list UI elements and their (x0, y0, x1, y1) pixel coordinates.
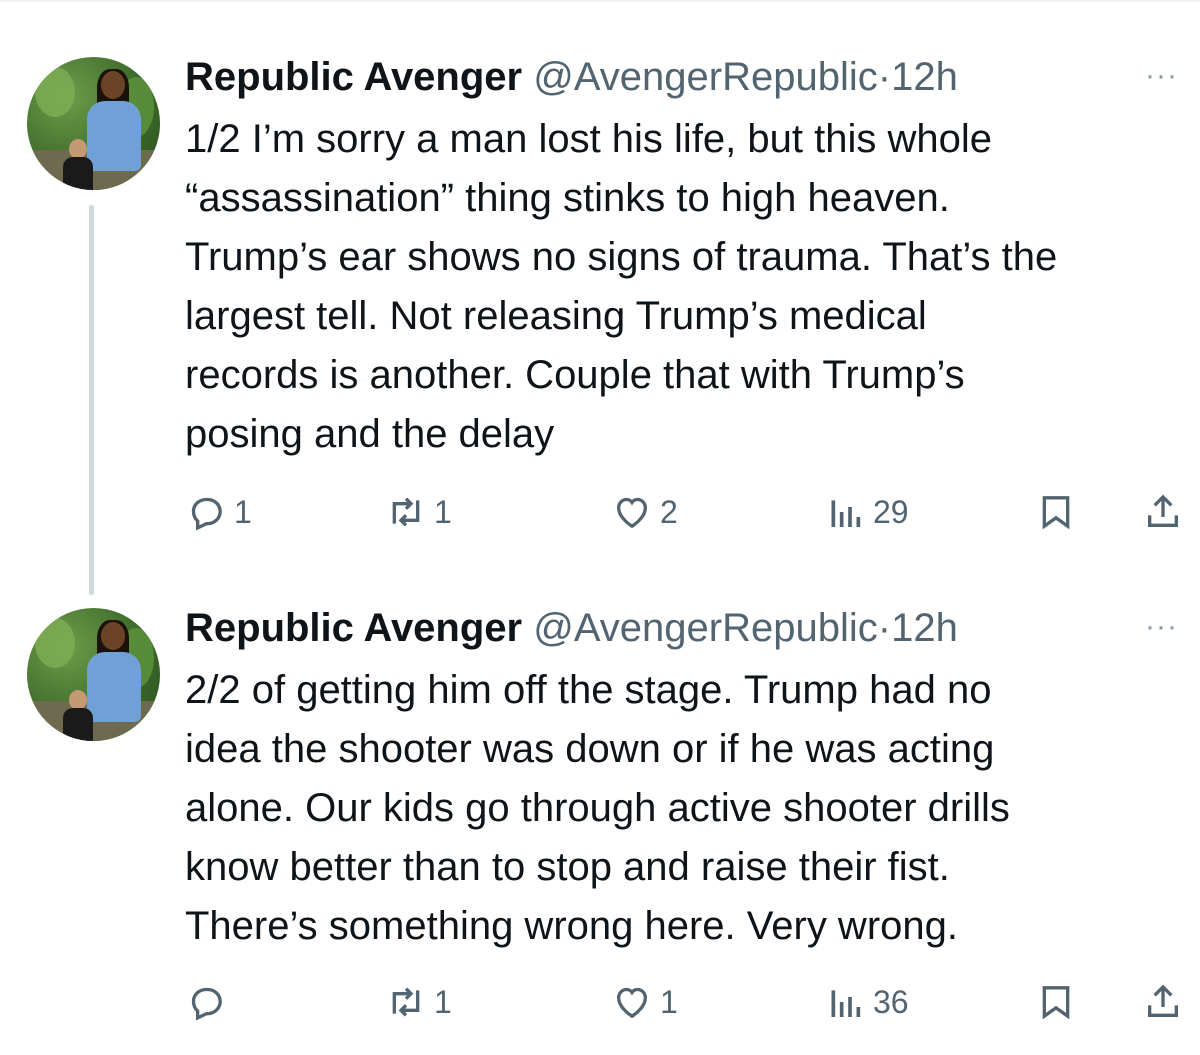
repost-icon (392, 987, 420, 1017)
share-button[interactable] (1143, 487, 1183, 537)
reply-button[interactable]: 1 (186, 487, 252, 537)
display-name[interactable]: Republic Avenger (185, 606, 522, 650)
more-icon[interactable]: ··· (1145, 612, 1191, 642)
bookmark-button[interactable] (1036, 487, 1076, 537)
like-button[interactable]: 1 (612, 977, 678, 1027)
share-button[interactable] (1143, 977, 1183, 1027)
like-count: 2 (660, 493, 678, 530)
views-button[interactable]: 36 (825, 977, 909, 1027)
analytics-icon (831, 500, 861, 527)
repost-button[interactable]: 1 (386, 487, 452, 537)
tweet-text: 1/2 I’m sorry a man lost his life, but t… (185, 117, 1058, 456)
tweet[interactable]: Republic Avenger @AvengerRepublic·12h ··… (0, 555, 1200, 1055)
reply-icon (191, 497, 222, 531)
like-button[interactable]: 2 (612, 487, 678, 537)
analytics-icon (831, 990, 861, 1017)
tweet-header: Republic Avenger @AvengerRepublic·12h (185, 603, 958, 653)
repost-icon (392, 497, 420, 527)
avatar[interactable] (27, 608, 160, 741)
user-handle[interactable]: @AvengerRepublic (533, 606, 878, 650)
share-icon (1148, 494, 1178, 527)
tweet-actions: 1 1 36 (0, 977, 1200, 1027)
timestamp[interactable]: 12h (891, 55, 958, 99)
like-count: 1 (660, 983, 678, 1020)
timestamp[interactable]: 12h (891, 606, 958, 650)
tweet-actions: 1 1 2 29 (0, 487, 1200, 537)
display-name[interactable]: Republic Avenger (185, 55, 522, 99)
more-icon[interactable]: ··· (1145, 61, 1191, 91)
heart-icon (616, 987, 648, 1019)
reply-count: 1 (234, 493, 252, 530)
separator-dot: · (877, 55, 892, 99)
view-count: 36 (873, 983, 909, 1020)
tweet-text: 2/2 of getting him off the stage. Trump … (185, 668, 1010, 948)
reply-button[interactable] (186, 977, 234, 1027)
bookmark-icon (1042, 496, 1070, 530)
tweet[interactable]: Republic Avenger @AvengerRepublic·12h ··… (0, 0, 1200, 595)
user-handle[interactable]: @AvengerRepublic (533, 55, 878, 99)
bookmark-button[interactable] (1036, 977, 1076, 1027)
bookmark-icon (1042, 986, 1070, 1020)
repost-count: 1 (434, 493, 452, 530)
heart-icon (616, 497, 648, 529)
tweet-header: Republic Avenger @AvengerRepublic·12h (185, 52, 958, 102)
separator-dot: · (877, 606, 892, 650)
repost-count: 1 (434, 983, 452, 1020)
views-button[interactable]: 29 (825, 487, 909, 537)
avatar[interactable] (27, 57, 160, 190)
repost-button[interactable]: 1 (386, 977, 452, 1027)
view-count: 29 (873, 493, 909, 530)
share-icon (1148, 984, 1178, 1017)
reply-icon (191, 987, 222, 1021)
